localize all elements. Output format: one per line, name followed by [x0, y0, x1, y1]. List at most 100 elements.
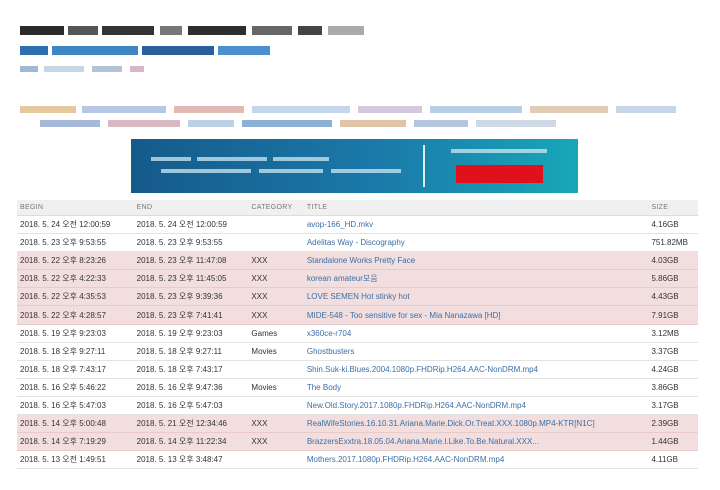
table-row: 2018. 5. 13 오전 1:49:51 2018. 5. 13 오후 3:4… [17, 450, 698, 470]
cell-title-link[interactable]: Mothers.2017.1080p.FHDRip.H264.AAC-NonDR… [303, 450, 649, 470]
cell-size: 5.86GB [648, 269, 698, 289]
cell-size: 3.86GB [648, 378, 698, 397]
table-row: 2018. 5. 24 오전 12:00:59 2018. 5. 24 오전 12… [17, 215, 698, 235]
cell-category: Movies [248, 378, 304, 397]
banner-cta-button[interactable] [456, 165, 543, 183]
cell-begin: 2018. 5. 22 오후 4:35:53 [17, 287, 134, 307]
cell-end: 2018. 5. 24 오전 12:00:59 [133, 215, 249, 235]
cell-category: XXX [248, 269, 304, 289]
banner-ad[interactable] [131, 139, 578, 193]
obscured-subheading [20, 46, 280, 55]
cell-end: 2018. 5. 16 오후 9:47:36 [133, 378, 249, 397]
cell-begin: 2018. 5. 14 오후 7:19:29 [17, 432, 134, 452]
obscured-text-line [20, 106, 680, 115]
cell-size: 7.91GB [648, 305, 698, 325]
cell-category [248, 360, 304, 379]
cell-category: Movies [248, 342, 304, 361]
cell-begin: 2018. 5. 22 오후 4:22:33 [17, 269, 134, 289]
torrent-history-table: BEGIN END CATEGORY TITLE SIZE 2018. 5. 2… [17, 200, 698, 470]
table-row: 2018. 5. 18 오후 7:43:17 2018. 5. 18 오후 7:4… [17, 360, 698, 379]
banner-divider [423, 145, 425, 187]
cell-end: 2018. 5. 16 오후 5:47:03 [133, 396, 249, 416]
table-body: 2018. 5. 24 오전 12:00:59 2018. 5. 24 오전 12… [17, 215, 698, 470]
cell-end: 2018. 5. 14 오후 11:22:34 [133, 432, 249, 452]
cell-title-link[interactable]: MIDE-548 - Too sensitive for sex - Mia N… [303, 305, 649, 325]
cell-title-link[interactable]: Shin.Suk-ki.Blues.2004.1080p.FHDRip.H264… [303, 360, 649, 379]
cell-category [248, 450, 304, 470]
cell-size: 1.44GB [648, 432, 698, 452]
table-row: 2018. 5. 16 오후 5:47:03 2018. 5. 16 오후 5:4… [17, 396, 698, 416]
cell-end: 2018. 5. 23 오후 7:41:41 [133, 305, 249, 325]
cell-title-link[interactable]: korean amateur모음 [303, 269, 649, 289]
table-row: 2018. 5. 22 오후 4:28:57 2018. 5. 23 오후 7:4… [17, 305, 698, 325]
table-row: 2018. 5. 18 오후 9:27:11 2018. 5. 18 오후 9:2… [17, 342, 698, 361]
cell-category: XXX [248, 305, 304, 325]
cell-title-link[interactable]: New.Old.Story.2017.1080p.FHDRip.H264.AAC… [303, 396, 649, 416]
cell-end: 2018. 5. 19 오후 9:23:03 [133, 324, 249, 343]
table-row: 2018. 5. 19 오후 9:23:03 2018. 5. 19 오후 9:2… [17, 324, 698, 343]
cell-size: 3.17GB [648, 396, 698, 416]
cell-title-link[interactable]: LOVE SEMEN Hot stinky hot [303, 287, 649, 307]
cell-end: 2018. 5. 21 오전 12:34:46 [133, 414, 249, 434]
cell-size: 4.24GB [648, 360, 698, 379]
cell-size: 4.43GB [648, 287, 698, 307]
column-header-size[interactable]: SIZE [648, 200, 698, 216]
cell-begin: 2018. 5. 24 오전 12:00:59 [17, 215, 134, 235]
cell-title-link[interactable]: Adelitas Way - Discography [303, 233, 649, 253]
cell-begin: 2018. 5. 16 오후 5:46:22 [17, 378, 134, 397]
table-row: 2018. 5. 16 오후 5:46:22 2018. 5. 16 오후 9:4… [17, 378, 698, 397]
cell-category: XXX [248, 287, 304, 307]
table-row: 2018. 5. 22 오후 4:35:53 2018. 5. 23 오후 9:3… [17, 287, 698, 307]
cell-end: 2018. 5. 18 오후 9:27:11 [133, 342, 249, 361]
column-header-begin[interactable]: BEGIN [17, 200, 134, 216]
cell-begin: 2018. 5. 22 오후 4:28:57 [17, 305, 134, 325]
cell-end: 2018. 5. 13 오후 3:48:47 [133, 450, 249, 470]
cell-begin: 2018. 5. 18 오후 9:27:11 [17, 342, 134, 361]
cell-begin: 2018. 5. 13 오전 1:49:51 [17, 450, 134, 470]
obscured-text-line [20, 66, 170, 75]
cell-end: 2018. 5. 23 오후 11:45:05 [133, 269, 249, 289]
cell-size: 751.82MB [648, 233, 698, 253]
cell-begin: 2018. 5. 16 오후 5:47:03 [17, 396, 134, 416]
cell-category: XXX [248, 414, 304, 434]
table-row: 2018. 5. 22 오후 8:23:26 2018. 5. 23 오후 11:… [17, 251, 698, 271]
cell-begin: 2018. 5. 18 오후 7:43:17 [17, 360, 134, 379]
cell-size: 4.11GB [648, 450, 698, 470]
table-row: 2018. 5. 23 오후 9:53:55 2018. 5. 23 오후 9:5… [17, 233, 698, 253]
table-row: 2018. 5. 22 오후 4:22:33 2018. 5. 23 오후 11:… [17, 269, 698, 289]
cell-title-link[interactable]: BrazzersExxtra.18.05.04.Ariana.Marie.I.L… [303, 432, 649, 452]
cell-begin: 2018. 5. 23 오후 9:53:55 [17, 233, 134, 253]
cell-size: 4.03GB [648, 251, 698, 271]
cell-end: 2018. 5. 18 오후 7:43:17 [133, 360, 249, 379]
cell-category [248, 215, 304, 235]
column-header-title[interactable]: TITLE [303, 200, 649, 216]
cell-size: 2.39GB [648, 414, 698, 434]
cell-end: 2018. 5. 23 오후 9:53:55 [133, 233, 249, 253]
cell-title-link[interactable]: Ghostbusters [303, 342, 649, 361]
obscured-heading [20, 26, 380, 35]
cell-size: 3.12MB [648, 324, 698, 343]
cell-category [248, 396, 304, 416]
cell-end: 2018. 5. 23 오후 9:39:36 [133, 287, 249, 307]
cell-category: Games [248, 324, 304, 343]
cell-category: XXX [248, 432, 304, 452]
cell-end: 2018. 5. 23 오후 11:47:08 [133, 251, 249, 271]
cell-size: 4.16GB [648, 215, 698, 235]
cell-begin: 2018. 5. 22 오후 8:23:26 [17, 251, 134, 271]
cell-title-link[interactable]: x360ce-r704 [303, 324, 649, 343]
table-header-row: BEGIN END CATEGORY TITLE SIZE [17, 200, 698, 216]
cell-title-link[interactable]: RealWifeStories.16.10.31.Ariana.Marie.Di… [303, 414, 649, 434]
cell-begin: 2018. 5. 19 오후 9:23:03 [17, 324, 134, 343]
table-row: 2018. 5. 14 오후 5:00:48 2018. 5. 21 오전 12:… [17, 414, 698, 434]
cell-title-link[interactable]: Standalone Works Pretty Face [303, 251, 649, 271]
obscured-text-line [20, 120, 620, 129]
cell-begin: 2018. 5. 14 오후 5:00:48 [17, 414, 134, 434]
column-header-end[interactable]: END [133, 200, 249, 216]
cell-size: 3.37GB [648, 342, 698, 361]
column-header-category[interactable]: CATEGORY [248, 200, 304, 216]
cell-title-link[interactable]: The Body [303, 378, 649, 397]
cell-category [248, 233, 304, 253]
cell-title-link[interactable]: avop-166_HD.mkv [303, 215, 649, 235]
cell-category: XXX [248, 251, 304, 271]
table-row: 2018. 5. 14 오후 7:19:29 2018. 5. 14 오후 11:… [17, 432, 698, 452]
